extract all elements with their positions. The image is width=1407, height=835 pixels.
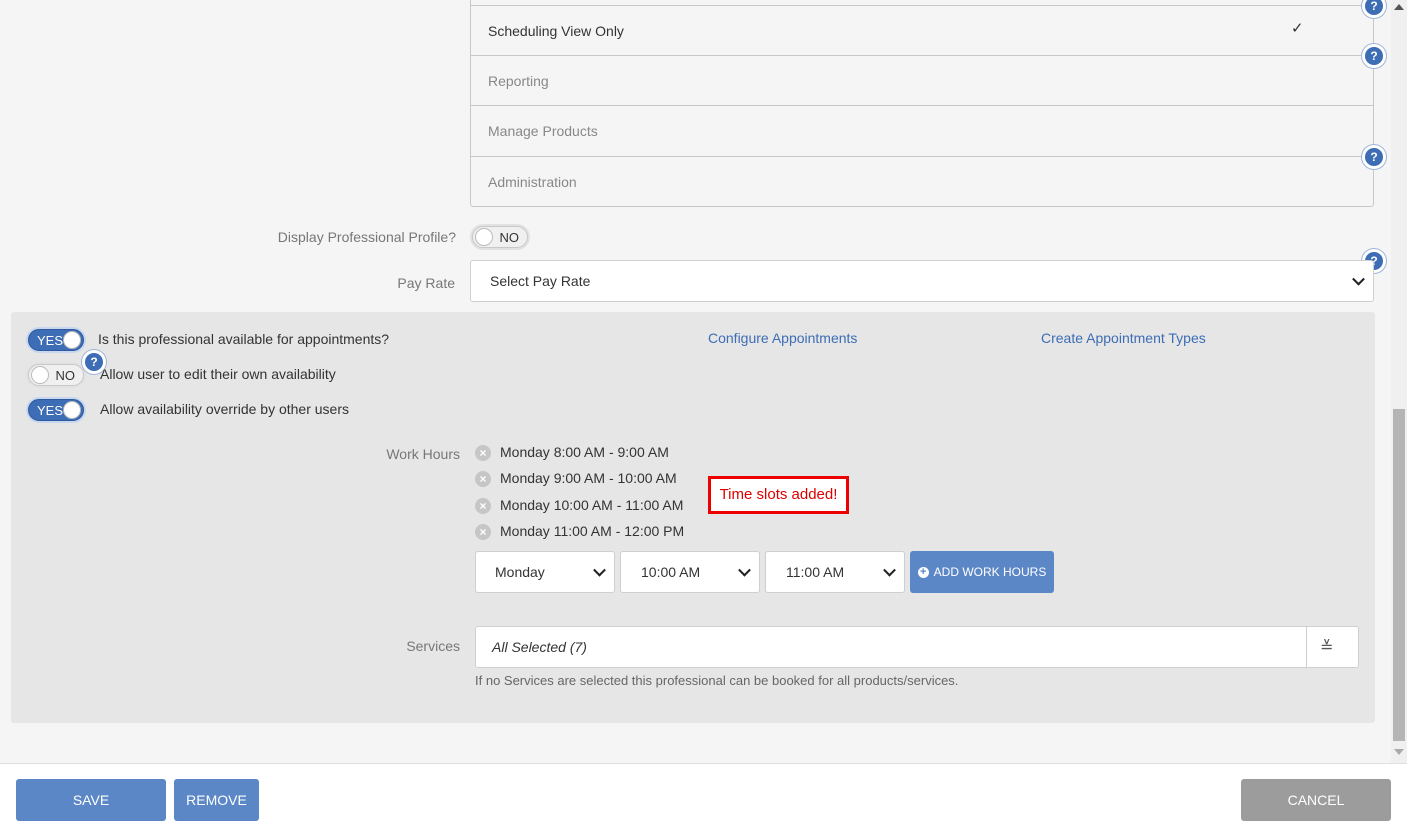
- help-icon[interactable]: ?: [1365, 47, 1383, 65]
- save-button[interactable]: SAVE: [16, 779, 166, 821]
- edit-own-availability-label: Allow user to edit their own availabilit…: [100, 366, 336, 382]
- toggle-knob: [63, 331, 81, 349]
- work-hour-text: Monday 8:00 AM - 9:00 AM: [500, 444, 669, 460]
- role-label: Scheduling View Only: [488, 22, 624, 39]
- day-select[interactable]: Monday: [475, 551, 615, 593]
- scroll-down-arrow-icon[interactable]: [1394, 749, 1404, 755]
- toggle-knob: [475, 228, 493, 246]
- appointments-toggle[interactable]: YES: [28, 329, 84, 351]
- start-time-select[interactable]: 10:00 AM: [620, 551, 760, 593]
- display-profile-label: Display Professional Profile?: [277, 229, 456, 245]
- pay-rate-value: Select Pay Rate: [490, 273, 591, 289]
- day-select-value: Monday: [495, 564, 545, 580]
- work-hour-text: Monday 9:00 AM - 10:00 AM: [500, 470, 677, 486]
- chevron-down-icon: [593, 563, 606, 577]
- role-label: Administration: [488, 173, 577, 190]
- services-value: All Selected (7): [492, 639, 587, 655]
- toggle-knob: [63, 401, 81, 419]
- add-work-hours-button[interactable]: + ADD WORK HOURS: [910, 551, 1054, 593]
- services-label: Services: [406, 638, 460, 654]
- chevron-down-icon: [883, 563, 896, 577]
- toggle-state: YES: [37, 333, 64, 348]
- checkmark-icon: ✓: [1291, 20, 1304, 37]
- work-hour-text: Monday 11:00 AM - 12:00 PM: [500, 523, 685, 539]
- add-work-hours-label: ADD WORK HOURS: [933, 565, 1047, 579]
- remove-icon[interactable]: ×: [475, 445, 491, 461]
- remove-icon[interactable]: ×: [475, 524, 491, 540]
- remove-icon[interactable]: ×: [475, 471, 491, 487]
- plus-circle-icon: +: [917, 567, 929, 579]
- toggle-state: YES: [37, 403, 64, 418]
- remove-button[interactable]: REMOVE: [174, 779, 259, 821]
- role-item-reporting[interactable]: Reporting: [471, 55, 1373, 105]
- role-item-manage-products[interactable]: Manage Products: [471, 105, 1373, 155]
- role-item-administration[interactable]: Administration: [471, 156, 1373, 206]
- start-time-value: 10:00 AM: [641, 564, 701, 580]
- display-profile-toggle[interactable]: NO: [472, 226, 528, 248]
- appointments-label: Is this professional available for appoi…: [98, 331, 390, 347]
- remove-icon[interactable]: ×: [475, 498, 491, 514]
- chevron-down-icon: [738, 563, 751, 577]
- edit-own-availability-toggle[interactable]: NO: [28, 364, 84, 386]
- end-time-value: 11:00 AM: [786, 564, 845, 580]
- pay-rate-select[interactable]: Select Pay Rate: [470, 260, 1374, 302]
- work-hours-label: Work Hours: [386, 446, 460, 462]
- override-availability-label: Allow availability override by other use…: [100, 401, 349, 417]
- toggle-knob: [31, 366, 49, 384]
- end-time-select[interactable]: 11:00 AM: [765, 551, 905, 593]
- scrollbar-thumb[interactable]: [1393, 409, 1405, 741]
- double-chevron-down-icon[interactable]: ≚: [1320, 637, 1333, 657]
- override-availability-toggle[interactable]: YES: [28, 399, 84, 421]
- role-label: Reporting: [488, 72, 549, 89]
- scrollbar[interactable]: [1391, 0, 1407, 763]
- role-item-scheduling-view-only[interactable]: Scheduling View Only ✓: [471, 5, 1373, 55]
- chevron-down-icon: [1352, 272, 1365, 286]
- help-icon[interactable]: ?: [1365, 148, 1383, 166]
- work-hour-text: Monday 10:00 AM - 11:00 AM: [500, 497, 684, 513]
- create-appointment-types-link[interactable]: Create Appointment Types: [1041, 330, 1206, 346]
- cancel-button[interactable]: CANCEL: [1241, 779, 1391, 821]
- services-hint: If no Services are selected this profess…: [475, 673, 959, 688]
- role-label: Manage Products: [488, 122, 598, 139]
- pay-rate-label: Pay Rate: [397, 275, 455, 291]
- help-icon[interactable]: ?: [1365, 0, 1383, 15]
- services-multiselect[interactable]: All Selected (7) ≚: [475, 626, 1359, 668]
- configure-appointments-link[interactable]: Configure Appointments: [708, 330, 857, 346]
- toggle-state: NO: [499, 230, 520, 245]
- scroll-up-arrow-icon[interactable]: [1394, 4, 1404, 10]
- toggle-state: NO: [55, 368, 76, 383]
- roles-list: Scheduling View Only ✓ Reporting Manage …: [470, 0, 1374, 207]
- divider: [1306, 627, 1307, 667]
- time-slots-added-alert: Time slots added!: [708, 476, 849, 514]
